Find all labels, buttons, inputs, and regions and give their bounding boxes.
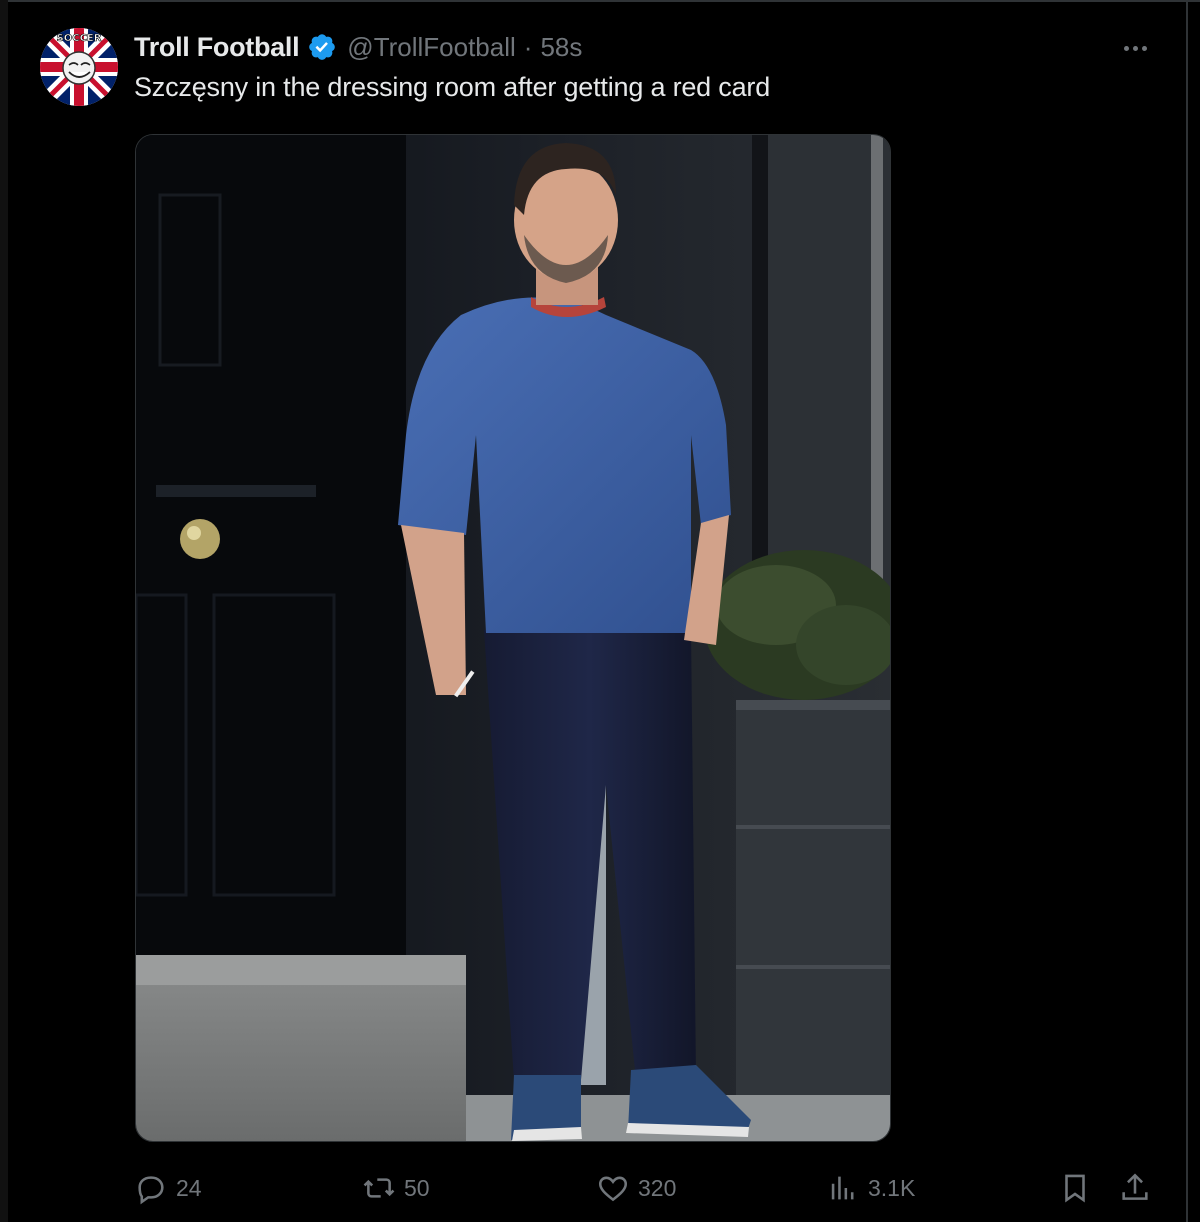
like-button[interactable]: 320 — [596, 1164, 676, 1212]
more-options-button[interactable] — [1118, 34, 1152, 62]
tweet-photo[interactable] — [135, 134, 891, 1142]
repost-button[interactable]: 50 — [362, 1164, 430, 1212]
heart-icon — [598, 1176, 628, 1202]
left-border — [0, 0, 8, 1222]
repost-arrows-icon — [363, 1178, 395, 1198]
more-dots-icon — [1123, 45, 1129, 51]
separator-dot: · — [523, 31, 533, 62]
svg-text:SOCCER: SOCCER — [57, 33, 102, 44]
views-button[interactable]: 3.1K — [826, 1164, 915, 1212]
like-count: 320 — [638, 1174, 677, 1201]
share-button[interactable] — [1118, 1164, 1152, 1212]
tweet-card[interactable]: SOCCER Troll Football @TrollFootball · 5… — [0, 0, 1200, 1222]
author-display-name[interactable]: Troll Football — [134, 32, 300, 63]
reply-count: 24 — [176, 1174, 202, 1201]
avatar[interactable]: SOCCER — [40, 28, 118, 106]
reply-bubble-icon — [138, 1176, 164, 1205]
tweet-header: Troll Football @TrollFootball · 58s — [134, 30, 582, 64]
avatar-logo-icon: SOCCER — [40, 28, 118, 106]
verified-badge-icon[interactable] — [307, 32, 337, 62]
share-upload-icon — [1122, 1173, 1148, 1200]
photo-illustration — [136, 135, 890, 1141]
view-count: 3.1K — [868, 1174, 916, 1201]
bookmark-button[interactable] — [1058, 1164, 1092, 1212]
tweet-timestamp[interactable]: 58s — [540, 32, 582, 63]
tweet-text: Szczęsny in the dressing room after gett… — [134, 72, 771, 102]
bar-chart-icon — [831, 1176, 854, 1200]
repost-count: 50 — [404, 1174, 430, 1201]
right-border — [1186, 0, 1188, 1222]
reply-button[interactable]: 24 — [134, 1164, 202, 1212]
top-border — [0, 0, 1200, 2]
bookmark-icon — [1065, 1174, 1085, 1203]
tweet-actions: 24 50 320 3.1K — [0, 1164, 1200, 1212]
author-handle[interactable]: @TrollFootball — [347, 32, 515, 63]
